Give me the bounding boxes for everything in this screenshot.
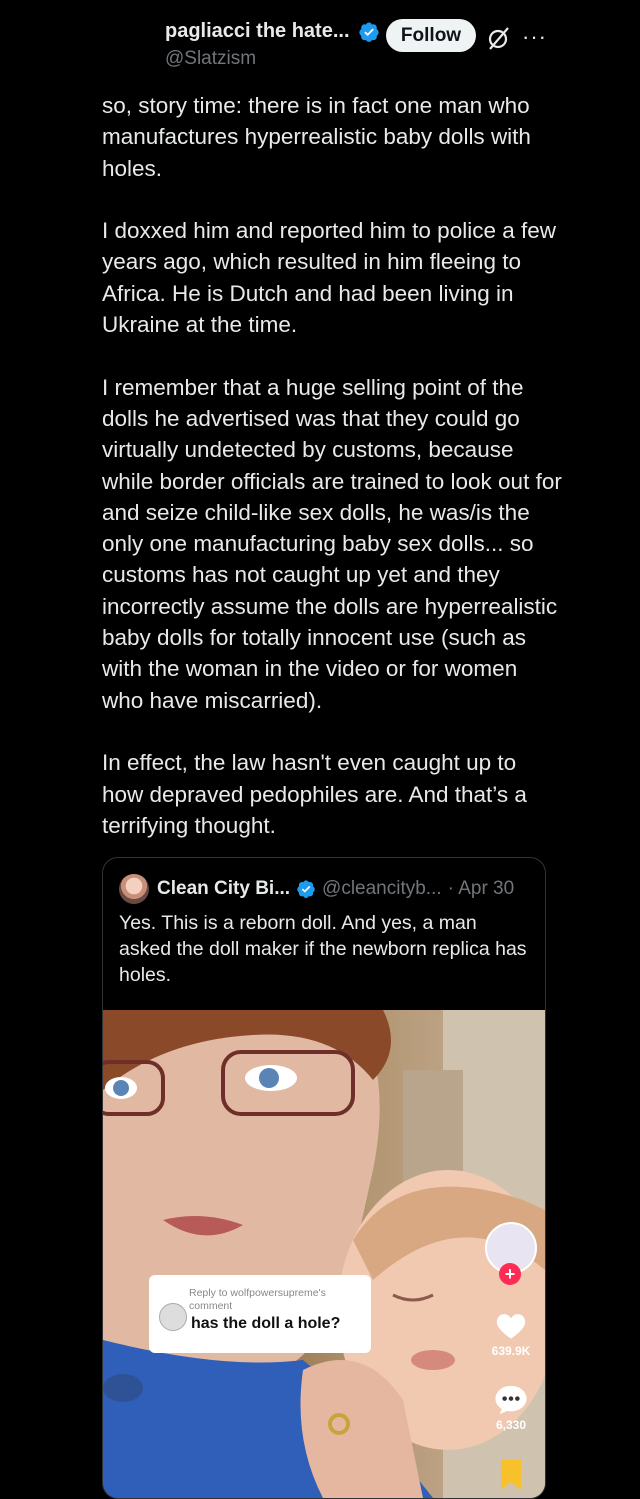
reply-question: has the doll a hole? xyxy=(191,1315,341,1332)
verified-badge-icon xyxy=(297,880,315,898)
commenter-avatar xyxy=(159,1303,187,1331)
comment-icon[interactable] xyxy=(494,1384,528,1416)
quoted-tweet-date[interactable]: · Apr 30 xyxy=(448,878,515,900)
tweet-header: pagliacci the hate... @Slatzism Follow ·… xyxy=(0,0,640,80)
tweet-text: so, story time: there is in fact one man… xyxy=(102,93,562,838)
heart-icon[interactable] xyxy=(494,1310,528,1340)
quoted-tweet[interactable]: Clean City Bi... @cleancityb... · Apr 30… xyxy=(102,857,546,1499)
author-handle[interactable]: @Slatzism xyxy=(165,48,256,70)
likes-count: 639.9K xyxy=(491,1344,531,1358)
quoted-author-avatar[interactable] xyxy=(119,874,149,904)
quoted-author-handle[interactable]: @cleancityb... xyxy=(322,878,442,900)
quoted-tweet-header: Clean City Bi... @cleancityb... · Apr 30 xyxy=(119,874,514,904)
author-name-row[interactable]: pagliacci the hate... xyxy=(165,20,380,43)
verified-badge-icon xyxy=(358,22,379,42)
quoted-author-name[interactable]: Clean City Bi... xyxy=(157,878,290,900)
reply-to-label: Reply to wolfpowersupreme's comment xyxy=(189,1287,326,1312)
reply-comment-sticker: Reply to wolfpowersupreme's comment has … xyxy=(149,1275,371,1353)
more-options-icon[interactable]: ··· xyxy=(522,24,547,50)
comments-count: 6,330 xyxy=(495,1418,527,1432)
follow-button[interactable]: Follow xyxy=(386,19,476,52)
author-display-name[interactable]: pagliacci the hate... xyxy=(165,20,350,43)
quoted-tweet-text: Yes. This is a reborn doll. And yes, a m… xyxy=(119,912,527,986)
quoted-video[interactable]: Reply to wolfpowersupreme's comment has … xyxy=(103,1010,545,1498)
grok-icon[interactable] xyxy=(486,25,512,51)
follow-creator-icon[interactable]: + xyxy=(499,1263,521,1285)
